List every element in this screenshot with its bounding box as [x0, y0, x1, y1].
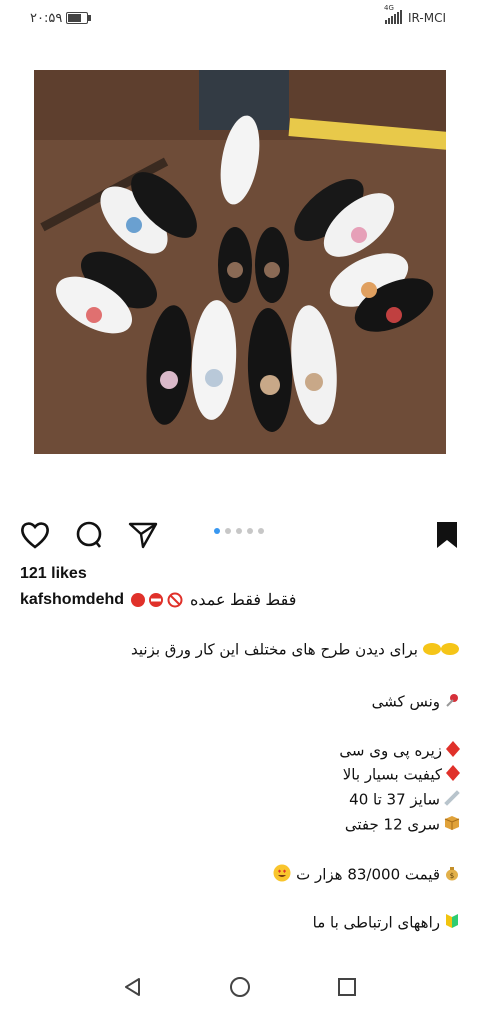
status-bar: ۲۰:۵۹ 4G IR-MCI [0, 0, 480, 38]
caption-line-series: سری 12 جفتی [345, 815, 460, 835]
battery-icon [66, 12, 91, 24]
caption-line-price: $ قیمت 83/000 هزار ت [269, 864, 460, 886]
pushpin-icon [444, 692, 460, 712]
red-diamond-icon [446, 741, 460, 761]
share-icon[interactable] [126, 518, 160, 552]
caption-line-contact: راههای ارتباطی با ما [313, 913, 460, 933]
signal-icon [385, 10, 402, 24]
carousel-dot [236, 528, 242, 534]
caption-line-size: سایز 37 تا 40 [349, 790, 460, 810]
heart-eyes-emoji-icon [273, 864, 291, 886]
post-image[interactable] [34, 70, 446, 454]
money-bag-icon: $ [444, 865, 460, 885]
caption-header: kafshomdehd فقط فقط عمده [20, 590, 296, 610]
carousel-dot [247, 528, 253, 534]
back-triangle-icon[interactable] [122, 976, 144, 998]
package-box-icon [444, 815, 460, 835]
home-circle-icon[interactable] [229, 976, 251, 998]
comment-icon[interactable] [72, 518, 106, 552]
beginner-badge-icon [444, 913, 460, 933]
caption-line-browse: برای دیدن طرح های مختلف این کار ورق بزنی… [131, 640, 460, 660]
carousel-dot [258, 528, 264, 534]
red-diamond-icon [446, 765, 460, 785]
system-nav-bar [0, 958, 480, 1014]
caption-tail: فقط فقط عمده [190, 592, 297, 609]
carousel-dot-active [214, 528, 220, 534]
recents-square-icon[interactable] [336, 976, 358, 998]
likes-count[interactable]: 121 likes [20, 565, 87, 583]
carousel-indicator [214, 528, 264, 534]
username[interactable]: kafshomdehd [20, 591, 124, 609]
caption-line-sole: زیره پی وی سی [339, 741, 460, 761]
svg-text:$: $ [450, 872, 454, 880]
like-heart-icon[interactable] [18, 518, 52, 552]
carousel-dot [225, 528, 231, 534]
shoe-photo [34, 70, 446, 454]
post-actions [0, 500, 480, 560]
caption-line-model: ونس کشی [372, 692, 460, 712]
red-circle-no-entry-prohibited-icon [131, 592, 183, 608]
caption-line-quality: کیفیت بسیار بالا [343, 765, 460, 785]
carrier-name: IR-MCI [408, 11, 446, 25]
pointing-hand-icon [422, 640, 460, 660]
ruler-icon [444, 790, 460, 810]
status-time: ۲۰:۵۹ [30, 11, 63, 26]
bookmark-icon[interactable] [430, 518, 464, 552]
